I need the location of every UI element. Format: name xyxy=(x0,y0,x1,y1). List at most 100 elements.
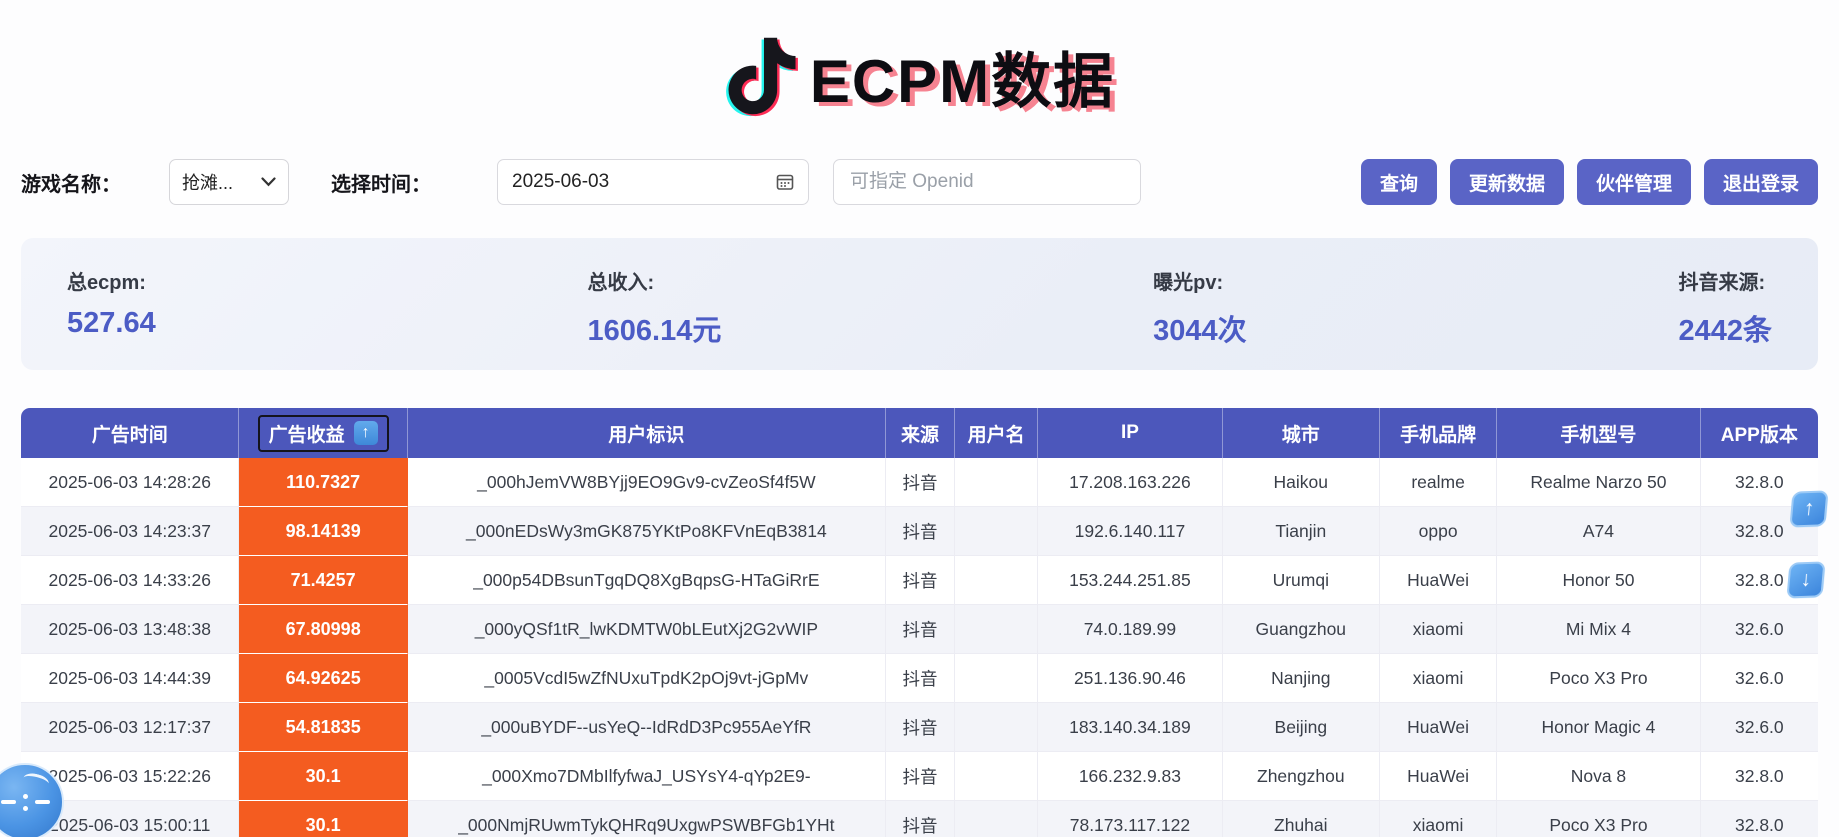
col-phone-brand[interactable]: 手机品牌 xyxy=(1380,408,1497,458)
date-value: 2025-06-03 xyxy=(512,171,609,193)
stat-value: 1606.14元 xyxy=(588,307,722,349)
stats-panel: 总ecpm: 527.64 总收入: 1606.14元 曝光pv: 3044次 … xyxy=(21,238,1818,370)
game-select-value: 抢滩... xyxy=(182,169,233,195)
table-body: 2025-06-03 14:28:26110.7327_000hJemVW8BY… xyxy=(21,458,1818,837)
cell-phone-model: A74 xyxy=(1497,507,1700,556)
stat-douyin-source: 抖音来源: 2442条 xyxy=(1678,266,1772,370)
col-ip[interactable]: IP xyxy=(1038,408,1222,458)
cell-city: Tianjin xyxy=(1223,507,1380,556)
query-button[interactable]: 查询 xyxy=(1361,159,1437,205)
floating-assistant-ball[interactable] xyxy=(0,763,64,837)
ball-face xyxy=(0,765,62,837)
cell-phone-model: Mi Mix 4 xyxy=(1497,605,1700,654)
time-label: 选择时间： xyxy=(331,168,431,197)
cell-phone-model: Realme Narzo 50 xyxy=(1497,458,1700,507)
cell-phone-model: Nova 8 xyxy=(1497,752,1700,801)
page: ECPM数据 游戏名称： 抢滩... 选择时间： 2025-06-03 查询 更… xyxy=(0,0,1839,837)
stat-total-ecpm: 总ecpm: 527.64 xyxy=(67,266,156,370)
col-username[interactable]: 用户名 xyxy=(955,408,1038,458)
cell-source: 抖音 xyxy=(886,507,955,556)
stat-label: 总收入: xyxy=(588,266,722,295)
data-table-wrap: 广告时间 广告收益 ↑ 用户标识 来源 用户名 IP 城市 手机品牌 手机型号 … xyxy=(21,408,1818,837)
cell-ad-time: 2025-06-03 12:17:37 xyxy=(21,703,239,752)
cell-ip: 251.136.90.46 xyxy=(1038,654,1222,703)
cell-city: Zhuhai xyxy=(1223,801,1380,837)
cell-ad-time: 2025-06-03 14:33:26 xyxy=(21,556,239,605)
game-name-label: 游戏名称： xyxy=(21,168,121,197)
table-row: 2025-06-03 15:00:1130.1_000NmjRUwmTykQHR… xyxy=(21,801,1818,837)
cell-app-version: 32.6.0 xyxy=(1701,605,1818,654)
cell-app-version: 32.8.0 xyxy=(1701,752,1818,801)
cell-ip: 153.244.251.85 xyxy=(1038,556,1222,605)
table-row: 2025-06-03 15:22:2630.1_000Xmo7DMbIlfyfw… xyxy=(21,752,1818,801)
col-app-version[interactable]: APP版本 xyxy=(1701,408,1818,458)
cell-app-version: 32.8.0 xyxy=(1701,801,1818,837)
cell-source: 抖音 xyxy=(886,556,955,605)
cell-source: 抖音 xyxy=(886,752,955,801)
cell-source: 抖音 xyxy=(886,801,955,837)
calendar-icon xyxy=(776,173,794,191)
game-select[interactable]: 抢滩... xyxy=(169,159,289,205)
cell-user-id: _000nEDsWy3mGK875YKtPo8KFVnEqB3814 xyxy=(408,507,886,556)
cell-username xyxy=(955,556,1038,605)
cell-user-id: _000yQSf1tR_lwKDMTW0bLEutXj2G2vWIP xyxy=(408,605,886,654)
stat-total-income: 总收入: 1606.14元 xyxy=(588,266,722,370)
table-row: 2025-06-03 14:23:3798.14139_000nEDsWy3mG… xyxy=(21,507,1818,556)
openid-input[interactable] xyxy=(833,159,1141,205)
cell-ad-revenue: 30.1 xyxy=(239,801,407,837)
cell-user-id: _000uBYDF--usYeQ--IdRdD3Pc955AeYfR xyxy=(408,703,886,752)
cell-city: Zhengzhou xyxy=(1223,752,1380,801)
cell-source: 抖音 xyxy=(886,703,955,752)
cell-user-id: _000hJemVW8BYjj9EO9Gv9-cvZeoSf4f5W xyxy=(408,458,886,507)
cell-city: Beijing xyxy=(1223,703,1380,752)
col-ad-time[interactable]: 广告时间 xyxy=(21,408,239,458)
col-ad-revenue[interactable]: 广告收益 ↑ xyxy=(239,408,407,458)
sort-up-arrow-icon[interactable]: ↑ xyxy=(354,421,378,445)
cell-ad-time: 2025-06-03 14:23:37 xyxy=(21,507,239,556)
cell-phone-brand: xiaomi xyxy=(1380,654,1497,703)
cell-phone-brand: oppo xyxy=(1380,507,1497,556)
cell-phone-brand: xiaomi xyxy=(1380,605,1497,654)
page-title: ECPM数据 xyxy=(810,33,1115,120)
cell-user-id: _0005VcdI5wZfNUxuTpdK2pOj9vt-jGpMv xyxy=(408,654,886,703)
cell-user-id: _000NmjRUwmTykQHRq9UxgwPSWBFGb1YHt xyxy=(408,801,886,837)
cell-user-id: _000Xmo7DMbIlfyfwaJ_USYsY4-qYp2E9- xyxy=(408,752,886,801)
cell-source: 抖音 xyxy=(886,458,955,507)
table-header-row: 广告时间 广告收益 ↑ 用户标识 来源 用户名 IP 城市 手机品牌 手机型号 … xyxy=(21,408,1818,458)
cell-ad-revenue: 64.92625 xyxy=(239,654,407,703)
stat-value: 3044次 xyxy=(1153,307,1247,349)
stat-label: 抖音来源: xyxy=(1678,266,1772,295)
update-data-button[interactable]: 更新数据 xyxy=(1450,159,1564,205)
cell-phone-brand: realme xyxy=(1380,458,1497,507)
scroll-down-button[interactable]: ↓ xyxy=(1786,561,1825,598)
cell-city: Urumqi xyxy=(1223,556,1380,605)
cell-phone-brand: HuaWei xyxy=(1380,752,1497,801)
table-row: 2025-06-03 14:28:26110.7327_000hJemVW8BY… xyxy=(21,458,1818,507)
table-row: 2025-06-03 14:33:2671.4257_000p54DBsunTg… xyxy=(21,556,1818,605)
partner-manage-button[interactable]: 伙伴管理 xyxy=(1577,159,1691,205)
col-ad-revenue-label: 广告收益 xyxy=(269,420,345,447)
cell-app-version: 32.6.0 xyxy=(1701,654,1818,703)
date-picker[interactable]: 2025-06-03 xyxy=(497,159,809,205)
revenue-sort-control[interactable]: 广告收益 ↑ xyxy=(258,415,389,452)
table-row: 2025-06-03 12:17:3754.81835_000uBYDF--us… xyxy=(21,703,1818,752)
cell-ip: 17.208.163.226 xyxy=(1038,458,1222,507)
scroll-up-button[interactable]: ↑ xyxy=(1789,490,1828,527)
table-row: 2025-06-03 13:48:3867.80998_000yQSf1tR_l… xyxy=(21,605,1818,654)
col-city[interactable]: 城市 xyxy=(1223,408,1380,458)
cell-city: Nanjing xyxy=(1223,654,1380,703)
table-row: 2025-06-03 14:44:3964.92625_0005VcdI5wZf… xyxy=(21,654,1818,703)
cell-ad-time: 2025-06-03 13:48:38 xyxy=(21,605,239,654)
cell-username xyxy=(955,605,1038,654)
cell-ip: 192.6.140.117 xyxy=(1038,507,1222,556)
cell-ad-revenue: 71.4257 xyxy=(239,556,407,605)
action-buttons: 查询 更新数据 伙伴管理 退出登录 xyxy=(1361,159,1818,205)
cell-city: Guangzhou xyxy=(1223,605,1380,654)
col-user-id[interactable]: 用户标识 xyxy=(408,408,886,458)
logout-button[interactable]: 退出登录 xyxy=(1704,159,1818,205)
col-source[interactable]: 来源 xyxy=(886,408,955,458)
col-phone-model[interactable]: 手机型号 xyxy=(1497,408,1700,458)
cell-ip: 78.173.117.122 xyxy=(1038,801,1222,837)
cell-ad-revenue: 98.14139 xyxy=(239,507,407,556)
stat-value: 2442条 xyxy=(1678,307,1772,349)
